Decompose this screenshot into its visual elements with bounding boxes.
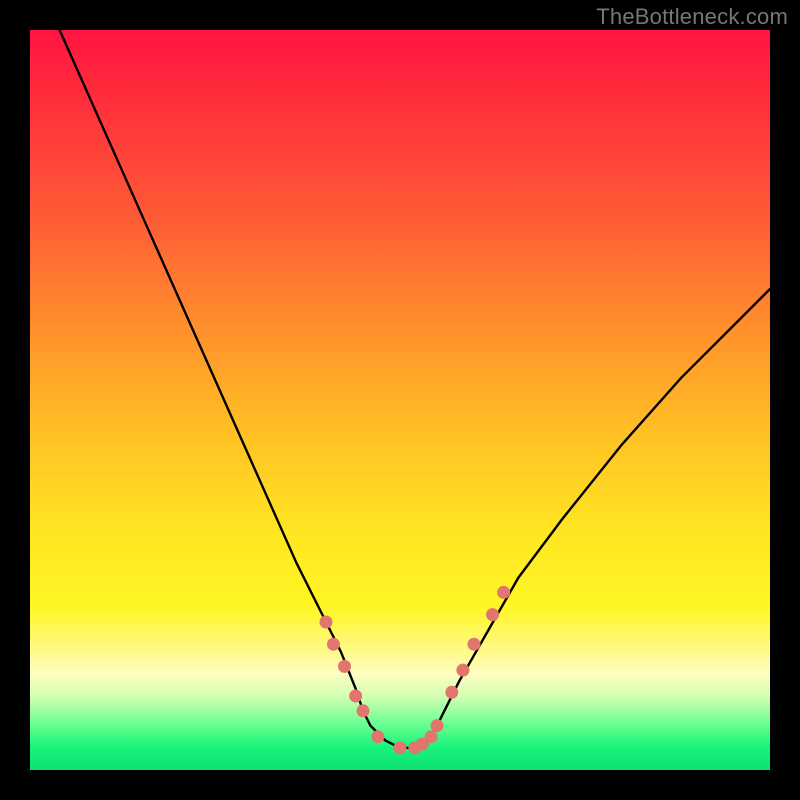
marker-dot <box>394 741 407 754</box>
marker-dot <box>357 704 370 717</box>
marker-dot <box>425 730 438 743</box>
marker-dot <box>338 660 351 673</box>
marker-dot <box>497 586 510 599</box>
curve-overlay <box>30 30 770 770</box>
bottleneck-curve <box>60 30 770 748</box>
marker-dot <box>431 719 444 732</box>
marker-dot <box>349 690 362 703</box>
watermark-text: TheBottleneck.com <box>596 4 788 30</box>
marker-dot <box>456 664 469 677</box>
plot-area <box>30 30 770 770</box>
marker-dot <box>486 608 499 621</box>
highlighted-points <box>320 586 511 754</box>
marker-dot <box>327 638 340 651</box>
marker-dot <box>371 730 384 743</box>
marker-dot <box>445 686 458 699</box>
marker-dot <box>468 638 481 651</box>
chart-frame: TheBottleneck.com <box>0 0 800 800</box>
marker-dot <box>320 616 333 629</box>
